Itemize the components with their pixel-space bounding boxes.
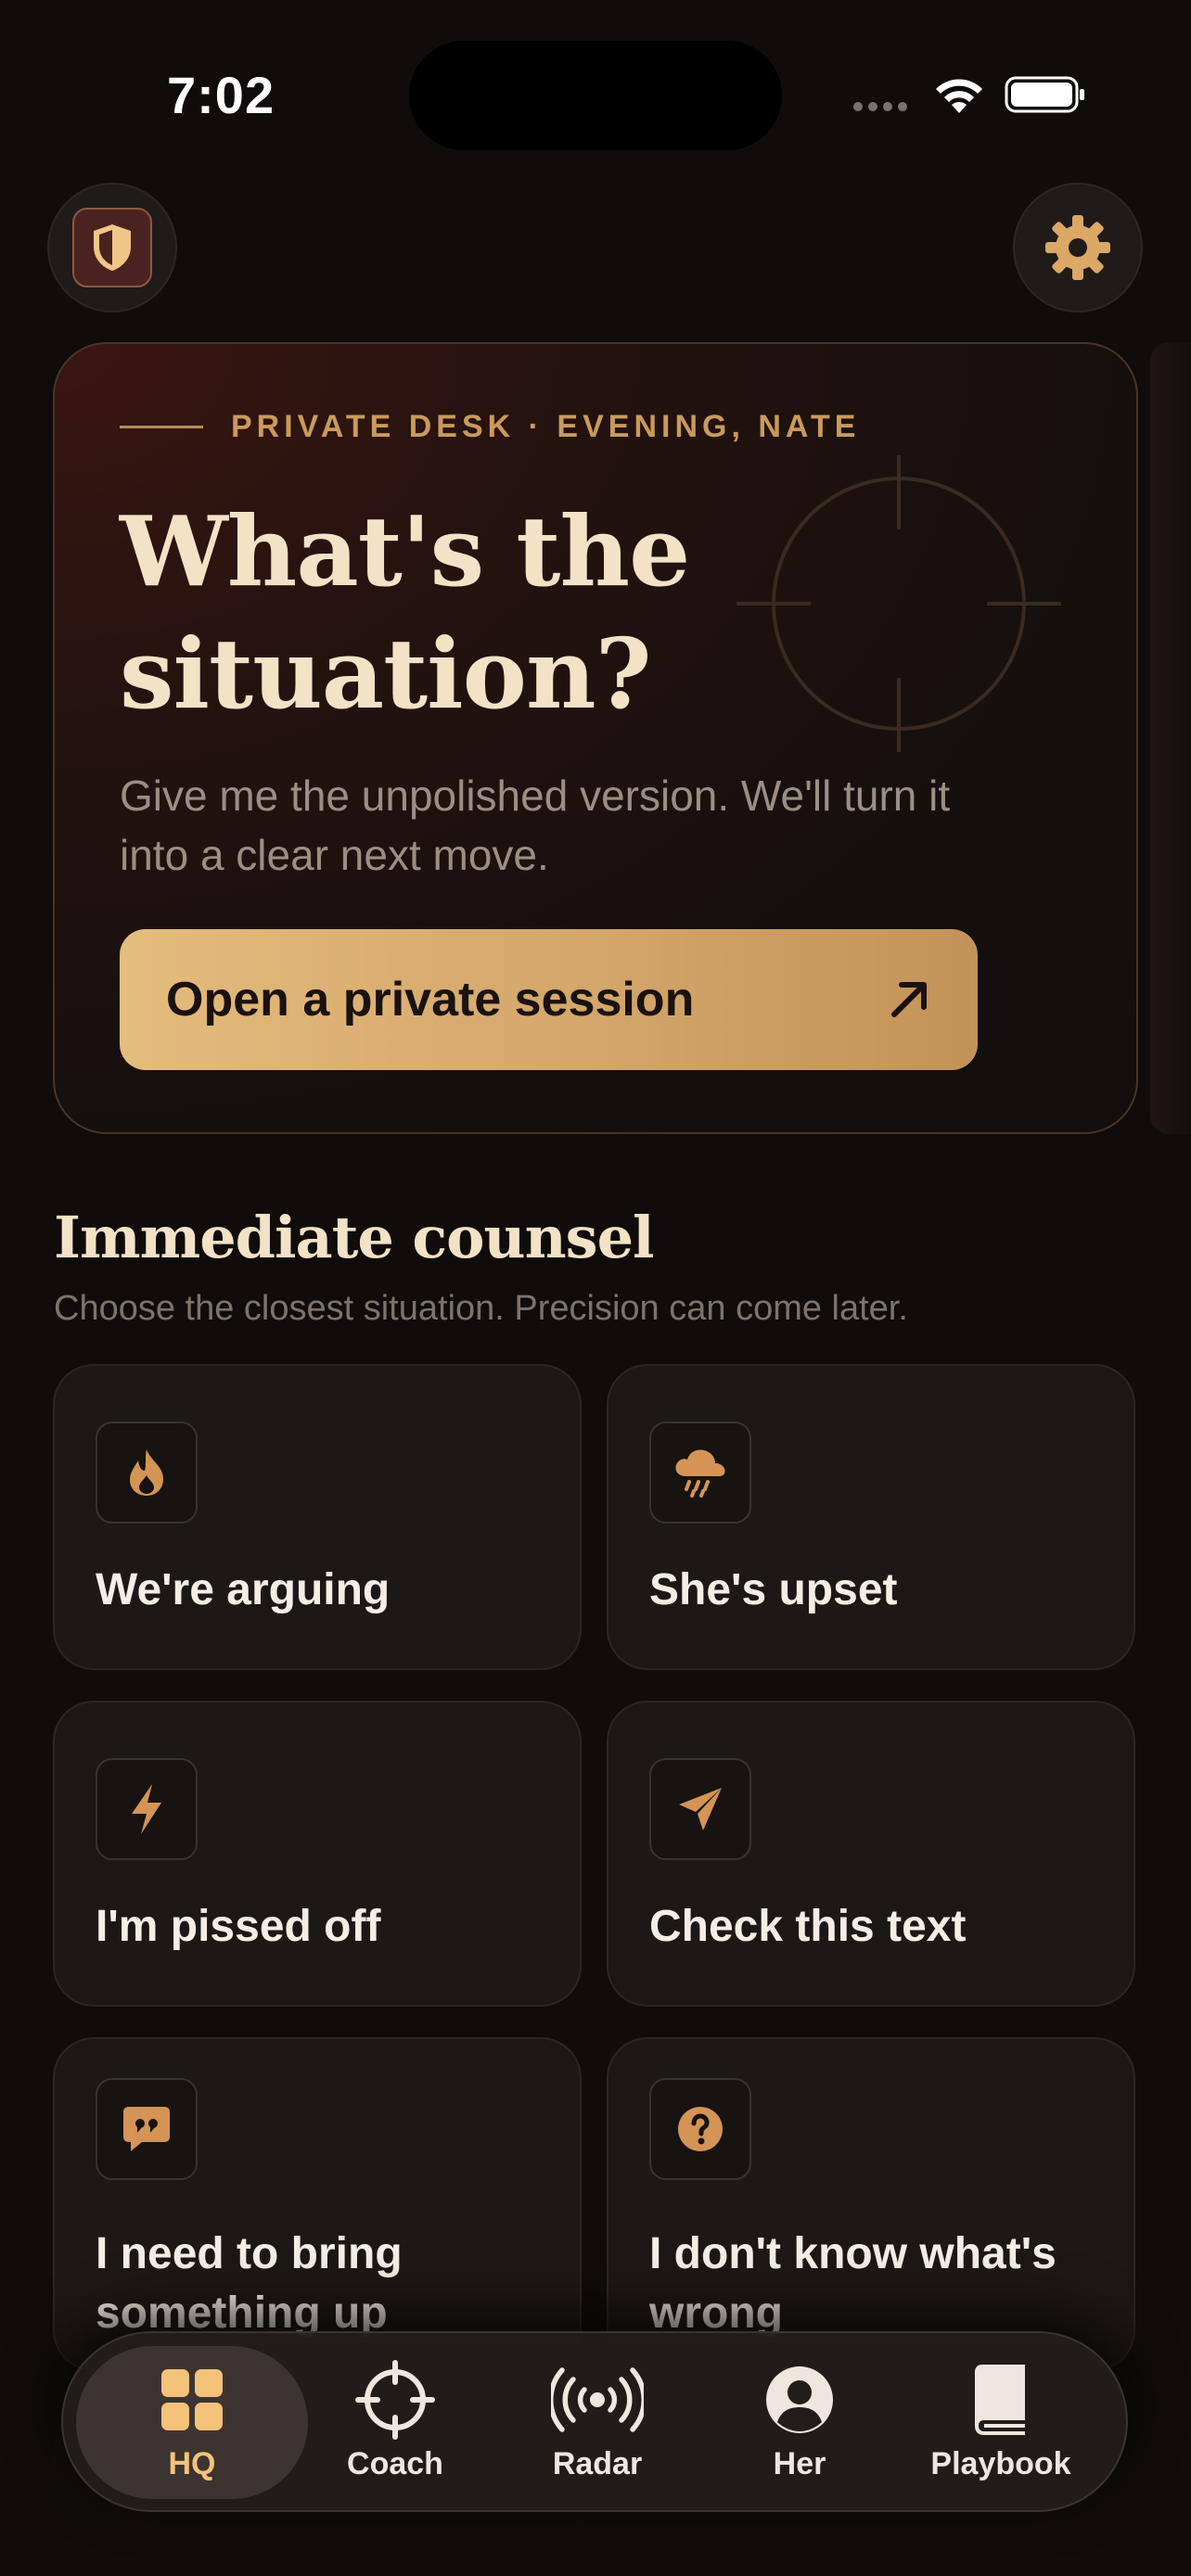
- wifi-icon: [936, 79, 982, 113]
- card-icon-frame: [649, 1758, 751, 1860]
- hero-card: PRIVATE DESK · EVENING, NATE What's the …: [53, 342, 1138, 1134]
- eyebrow-text: PRIVATE DESK · EVENING, NATE: [231, 409, 861, 444]
- card-icon-frame: [96, 1758, 198, 1860]
- shield-icon: [94, 224, 131, 271]
- card-label: She's upset: [649, 1565, 898, 1614]
- status-time: 7:02: [167, 66, 275, 124]
- card-check-text[interactable]: Check this text: [607, 1701, 1135, 2007]
- tab-label: Her: [773, 2446, 826, 2481]
- card-label: We're arguing: [96, 1565, 391, 1614]
- question-circle-icon: [678, 2107, 723, 2151]
- rain-cloud-icon: [675, 1449, 725, 1498]
- flame-icon: [130, 1449, 163, 1496]
- grid-icon: [161, 2369, 223, 2430]
- arrow-up-right-icon: [891, 982, 927, 1017]
- privacy-shield-button[interactable]: [47, 183, 177, 312]
- tab-label: HQ: [168, 2446, 216, 2481]
- card-she-is-upset[interactable]: She's upset: [607, 1364, 1135, 1670]
- tab-label: Radar: [552, 2446, 643, 2481]
- status-bar: 7:02: [0, 0, 1191, 185]
- broadcast-icon: [551, 2367, 644, 2432]
- tab-hq[interactable]: HQ: [76, 2346, 308, 2499]
- eyebrow-row: PRIVATE DESK · EVENING, NATE: [120, 409, 860, 445]
- card-label: I'm pissed off: [96, 1902, 381, 1951]
- card-label: Check this text: [649, 1902, 967, 1951]
- tab-bar: HQ Coach Radar Her Playbook: [61, 2331, 1128, 2512]
- card-pissed-off[interactable]: I'm pissed off: [53, 1701, 582, 2007]
- shield-badge: [72, 208, 152, 287]
- hero-title: What's the situation?: [120, 494, 690, 731]
- signal-icon: [853, 102, 907, 111]
- card-icon-frame: [649, 1422, 751, 1524]
- tab-coach[interactable]: Coach: [279, 2346, 511, 2499]
- tab-label: Coach: [347, 2446, 443, 2481]
- crosshair-icon: [355, 2360, 435, 2440]
- person-circle-icon: [766, 2366, 833, 2433]
- tab-playbook[interactable]: Playbook: [885, 2346, 1117, 2499]
- bolt-icon: [132, 1784, 161, 1834]
- settings-button[interactable]: [1013, 183, 1143, 312]
- section-subtitle: Choose the closest situation. Precision …: [54, 1289, 908, 1328]
- tab-label: Playbook: [930, 2446, 1071, 2481]
- next-card-peek: [1150, 342, 1191, 1134]
- book-icon: [975, 2365, 1025, 2435]
- tab-her[interactable]: Her: [684, 2346, 916, 2499]
- battery-icon: [1005, 76, 1084, 113]
- section-title: Immediate counsel: [54, 1204, 655, 1271]
- tab-radar[interactable]: Radar: [481, 2346, 713, 2499]
- open-session-label: Open a private session: [166, 973, 695, 1027]
- card-icon-frame: [96, 2078, 198, 2180]
- paper-plane-icon: [679, 1788, 722, 1830]
- hero-subtitle: Give me the unpolished version. We'll tu…: [120, 772, 951, 879]
- card-icon-frame: [96, 1422, 198, 1524]
- card-icon-frame: [649, 2078, 751, 2180]
- open-session-button[interactable]: Open a private session: [120, 929, 978, 1070]
- card-we-are-arguing[interactable]: We're arguing: [53, 1364, 582, 1670]
- eyebrow-rule: [120, 426, 203, 428]
- quote-bubble-icon: [123, 2107, 170, 2151]
- dynamic-island: [409, 41, 782, 150]
- gear-icon: [1045, 215, 1110, 280]
